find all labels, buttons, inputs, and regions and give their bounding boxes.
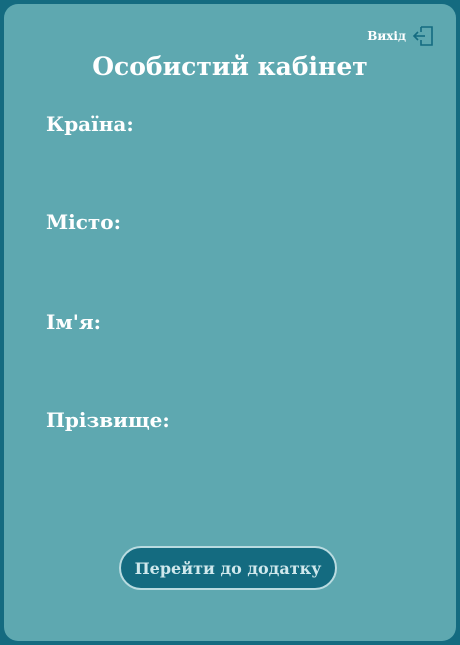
go-to-app-button[interactable]: Перейти до додатку [119, 546, 337, 590]
first-name-label: Ім'я: [46, 310, 102, 334]
last-name-label: Прізвище: [46, 408, 170, 432]
profile-card: Вихід Особистий кабінет Країна: Місто: І… [4, 4, 456, 641]
logout-icon [412, 26, 433, 46]
page-title: Особистий кабінет [92, 52, 368, 81]
logout-label: Вихід [367, 29, 406, 43]
country-label: Країна: [46, 112, 134, 136]
logout-button[interactable]: Вихід [367, 24, 436, 48]
city-label: Місто: [46, 210, 122, 234]
